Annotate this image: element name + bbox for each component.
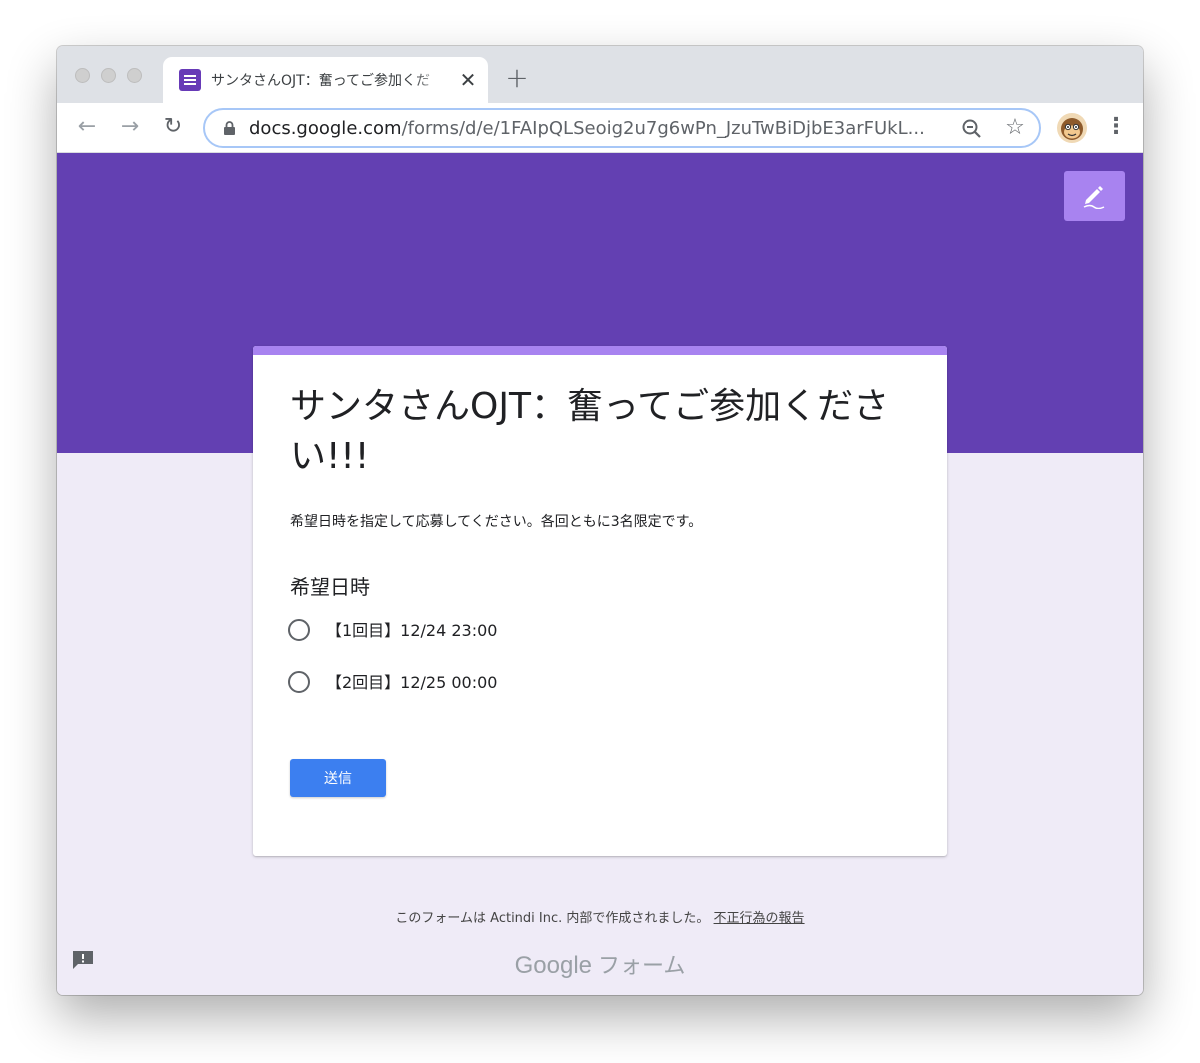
form-card: サンタさんOJT：奮ってご参加ください!!! 希望日時を指定して応募してください… (253, 346, 947, 856)
profile-avatar[interactable] (1057, 113, 1087, 143)
tab-close-icon[interactable]: ✕ (456, 68, 480, 92)
google-forms-logo[interactable]: Google フォーム (57, 950, 1143, 982)
url-text: docs.google.com/forms/d/e/1FAIpQLSeoig2u… (249, 117, 949, 141)
footer-text: このフォームは Actindi Inc. 内部で作成されました。 不正行為の報告 (57, 910, 1143, 928)
pencil-icon (1083, 186, 1105, 209)
url-domain: docs.google.com (249, 118, 402, 139)
footer-disclaimer: このフォームは Actindi Inc. 内部で作成されました。 (395, 911, 710, 926)
zoom-out-icon[interactable] (961, 118, 983, 140)
form-title: サンタさんOJT：奮ってご参加ください!!! (290, 386, 890, 477)
card-accent-bar (253, 346, 947, 355)
tab-title: サンタさんOJT：奮ってご参加くだ (211, 73, 430, 89)
forward-arrow-icon[interactable]: → (115, 112, 145, 142)
address-bar[interactable]: docs.google.com/forms/d/e/1FAIpQLSeoig2u… (203, 108, 1041, 148)
page-content: サンタさんOJT：奮ってご参加ください!!! 希望日時を指定して応募してください… (57, 153, 1143, 995)
window-close-button[interactable] (75, 68, 90, 83)
browser-toolbar: ← → ↻ docs.google.com/forms/d/e/1FAIpQLS… (57, 103, 1143, 153)
radio-option-label: 【2回目】12/25 00:00 (326, 673, 498, 692)
edit-form-button[interactable] (1064, 171, 1125, 221)
logo-google-text: Google (514, 952, 593, 979)
window-maximize-button[interactable] (127, 68, 142, 83)
browser-menu-icon[interactable]: ⋮ (1105, 113, 1127, 143)
reload-icon[interactable]: ↻ (158, 112, 188, 142)
submit-button[interactable]: 送信 (290, 759, 386, 797)
radio-button[interactable] (288, 619, 310, 641)
lock-icon (224, 121, 235, 135)
feedback-icon[interactable] (72, 950, 94, 970)
new-tab-button[interactable]: + (503, 64, 531, 92)
bookmark-star-icon[interactable]: ☆ (1003, 115, 1027, 141)
browser-window: サンタさんOJT：奮ってご参加くだ ✕ + ← → ↻ docs.google.… (57, 46, 1143, 995)
url-path: /forms/d/e/1FAIpQLSeoig2u7g6wPn_JzuTwBiD… (401, 118, 925, 139)
window-minimize-button[interactable] (101, 68, 116, 83)
radio-option[interactable]: 【1回目】12/24 23:00 (288, 616, 688, 646)
form-description: 希望日時を指定して応募してください。各回ともに3名限定です。 (290, 514, 703, 530)
browser-tab-active[interactable]: サンタさんOJT：奮ってご参加くだ ✕ (163, 57, 488, 103)
report-abuse-link[interactable]: 不正行為の報告 (714, 911, 805, 926)
logo-forms-text: フォーム (598, 953, 686, 978)
radio-option[interactable]: 【2回目】12/25 00:00 (288, 668, 688, 698)
radio-button[interactable] (288, 671, 310, 693)
tab-strip: サンタさんOJT：奮ってご参加くだ ✕ + (57, 46, 1143, 103)
question-title: 希望日時 (290, 575, 370, 599)
radio-option-label: 【1回目】12/24 23:00 (326, 621, 498, 640)
monkey-avatar-icon (1061, 118, 1083, 140)
back-arrow-icon[interactable]: ← (72, 112, 102, 142)
google-forms-icon (179, 69, 201, 91)
